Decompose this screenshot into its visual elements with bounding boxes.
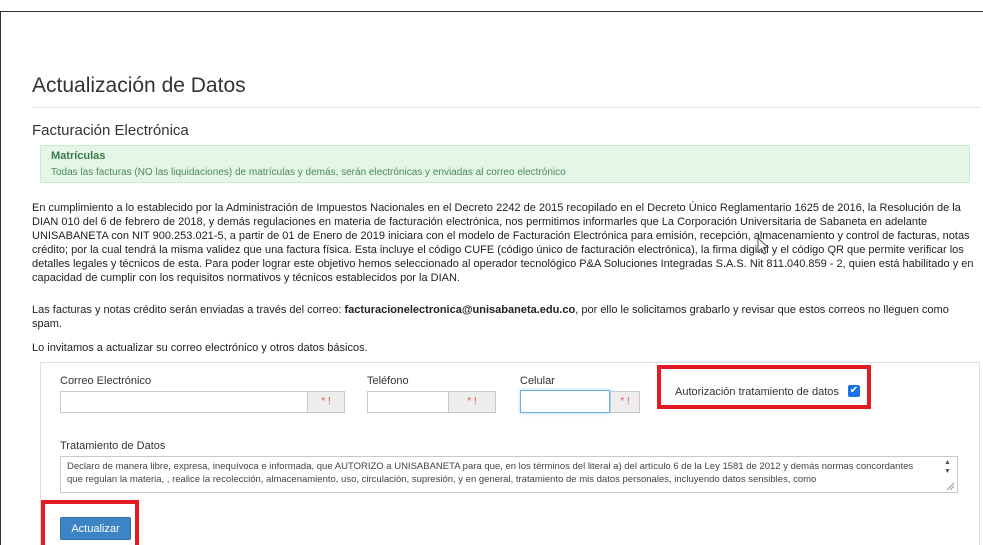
email-paragraph: Las facturas y notas crédito serán envia… [32, 303, 977, 331]
check-icon: ✔ [849, 385, 859, 396]
email-label: Correo Electrónico [60, 375, 152, 387]
phone-label: Teléfono [367, 375, 409, 387]
scroll-up-icon[interactable]: ▲ [944, 459, 951, 466]
mouse-cursor-icon [757, 237, 769, 255]
cell-required-addon: * ! [610, 391, 640, 413]
window-left-border [0, 11, 1, 545]
phone-input[interactable] [367, 391, 449, 413]
email-paragraph-lead: Las facturas y notas crédito serán envia… [32, 304, 345, 316]
cell-input[interactable] [520, 390, 610, 413]
email-required-addon: * ! [307, 391, 345, 413]
alert-title: Matrículas [51, 150, 106, 162]
matriculas-alert: Matrículas Todas las facturas (NO las li… [40, 145, 970, 183]
scroll-down-icon[interactable]: ▼ [944, 468, 951, 475]
authorization-checkbox[interactable]: ✔ [848, 385, 860, 397]
email-input[interactable] [60, 391, 308, 413]
resize-handle-icon[interactable] [946, 482, 955, 491]
treatment-label: Tratamiento de Datos [60, 440, 166, 452]
cell-label: Celular [520, 375, 555, 387]
submit-button[interactable]: Actualizar [60, 517, 131, 540]
invite-paragraph: Lo invitamos a actualizar su correo elec… [32, 342, 368, 354]
window-top-border [0, 11, 983, 12]
treatment-textarea[interactable]: Declaro de manera libre, expresa, inequí… [60, 456, 958, 493]
billing-email-address: facturacionelectronica@unisabaneta.edu.c… [344, 304, 576, 316]
phone-required-addon: * ! [448, 391, 496, 413]
section-title: Facturación Electrónica [32, 122, 189, 139]
page-title: Actualización de Datos [32, 74, 246, 97]
alert-text: Todas las facturas (NO las liquidaciones… [51, 167, 566, 178]
intro-paragraph: En cumplimiento a lo establecido por la … [32, 202, 974, 284]
authorization-label: Autorización tratamiento de datos [675, 386, 839, 398]
title-divider [32, 107, 980, 108]
